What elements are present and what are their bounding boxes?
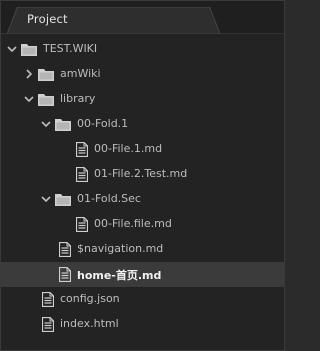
tree-item-label: library [60,92,96,105]
folder-icon [55,194,71,206]
folder-icon [21,44,37,56]
tree-file-01-file-2-test[interactable]: 01-File.2.Test.md [1,162,284,187]
file-text-icon [76,217,88,232]
tab-project[interactable]: Project [7,7,221,34]
tree-file-00-file-1[interactable]: 00-File.1.md [1,137,284,162]
tab-project-label: Project [27,12,68,26]
folder-icon [38,69,54,81]
tree-item-label: TEST.WIKI [43,42,98,55]
tree-file-home[interactable]: home-首页.md [1,262,284,287]
folder-icon [38,94,54,106]
file-text-icon [42,317,54,332]
tree-file-00-file-file[interactable]: 00-File.file.md [1,212,284,237]
tab-bar: Project [1,1,284,34]
tree-file-index-html[interactable]: index.html [1,312,284,337]
chevron-down-icon[interactable] [7,44,17,54]
tree-item-label: index.html [60,317,119,330]
project-panel: Project TEST.WIKI amWiki library 00-Fold.1 0… [0,0,285,351]
chevron-down-icon[interactable] [41,119,51,129]
chevron-right-icon[interactable] [24,69,34,79]
tree-item-label: 00-File.1.md [94,142,163,155]
tree-item-label: home-首页.md [77,269,162,282]
chevron-down-icon[interactable] [41,194,51,204]
file-text-icon [76,142,88,157]
tree-item-label: 01-Fold.Sec [77,192,141,205]
tree-file-navigation[interactable]: $navigation.md [1,237,284,262]
chevron-down-icon[interactable] [24,94,34,104]
tree-item-label: 00-File.file.md [94,217,172,230]
tree-item-label: amWiki [60,67,101,80]
file-text-icon [42,292,54,307]
tree-item-label: $navigation.md [77,242,164,255]
file-text-icon [59,242,71,257]
tree-folder-00-fold-1[interactable]: 00-Fold.1 [1,112,284,137]
tree-root-test-wiki[interactable]: TEST.WIKI [1,37,284,62]
tree-folder-library[interactable]: library [1,87,284,112]
file-text-icon [59,267,71,282]
tree-item-label: 00-Fold.1 [77,117,129,130]
tree-item-label: 01-File.2.Test.md [94,167,188,180]
tree-item-label: config.json [60,292,120,305]
folder-icon [55,119,71,131]
tree-folder-01-fold-sec[interactable]: 01-Fold.Sec [1,187,284,212]
tree-folder-amwiki[interactable]: amWiki [1,62,284,87]
tree-file-config-json[interactable]: config.json [1,287,284,312]
file-text-icon [76,167,88,182]
file-tree: TEST.WIKI amWiki library 00-Fold.1 00-File.1… [1,37,284,337]
